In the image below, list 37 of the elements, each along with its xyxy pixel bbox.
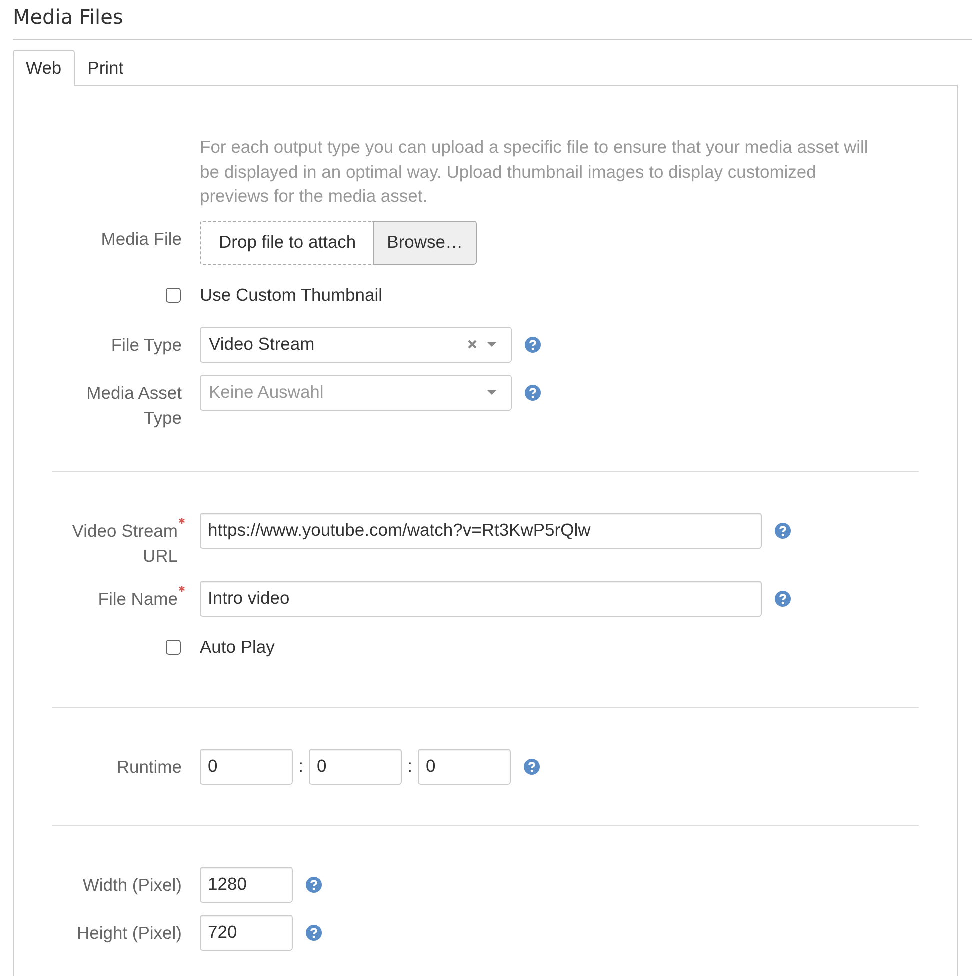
field-label: File Name bbox=[98, 588, 178, 608]
checkbox-label: Auto Play bbox=[200, 636, 275, 659]
checkbox-label: Use Custom Thumbnail bbox=[200, 284, 383, 306]
field-label: Width (Pixel) bbox=[82, 874, 182, 894]
description-text: For each output type you can upload a specific file to ensure that your media asset will be displayed in an optimal way. Upload thumbnail images to display customized previews for the media asset. bbox=[200, 136, 870, 208]
text-field[interactable]: https://www.youtube.com/watch?v=Rt3KwP5rQlw bbox=[200, 512, 762, 548]
help-icon[interactable] bbox=[306, 924, 322, 940]
checkbox[interactable] bbox=[166, 288, 181, 303]
time-separator: : bbox=[406, 756, 414, 777]
help-icon[interactable] bbox=[524, 758, 540, 774]
field-label: File Type bbox=[111, 334, 182, 354]
browse-button[interactable]: Browse… bbox=[373, 220, 478, 264]
text-field[interactable]: Intro video bbox=[200, 580, 762, 616]
number-field[interactable]: 1280 bbox=[200, 866, 293, 902]
clear-icon[interactable] bbox=[468, 340, 477, 349]
help-icon[interactable] bbox=[525, 336, 541, 352]
tab[interactable]: Print bbox=[74, 50, 137, 86]
field-label: Runtime bbox=[116, 756, 182, 776]
field-label: Media Asset Type bbox=[86, 382, 182, 428]
tab[interactable]: Web bbox=[13, 50, 75, 86]
field-label: Height (Pixel) bbox=[76, 922, 182, 942]
runtime-field[interactable]: 0 bbox=[418, 748, 511, 784]
section-title: Media Files bbox=[13, 5, 124, 29]
checkbox[interactable] bbox=[166, 640, 181, 655]
runtime-field[interactable]: 0 bbox=[309, 748, 402, 784]
help-icon[interactable] bbox=[306, 876, 322, 892]
caret-icon bbox=[487, 342, 497, 347]
caret-icon bbox=[487, 390, 497, 395]
help-icon[interactable] bbox=[775, 590, 791, 606]
help-icon[interactable] bbox=[525, 384, 541, 400]
help-icon[interactable] bbox=[775, 522, 791, 538]
select-field[interactable]: Video Stream bbox=[200, 326, 512, 362]
number-field[interactable]: 720 bbox=[200, 914, 293, 950]
field-label: Media File bbox=[101, 228, 182, 248]
runtime-field[interactable]: 0 bbox=[200, 748, 293, 784]
field-label: Video Stream URL bbox=[72, 520, 178, 566]
time-separator: : bbox=[298, 756, 304, 777]
